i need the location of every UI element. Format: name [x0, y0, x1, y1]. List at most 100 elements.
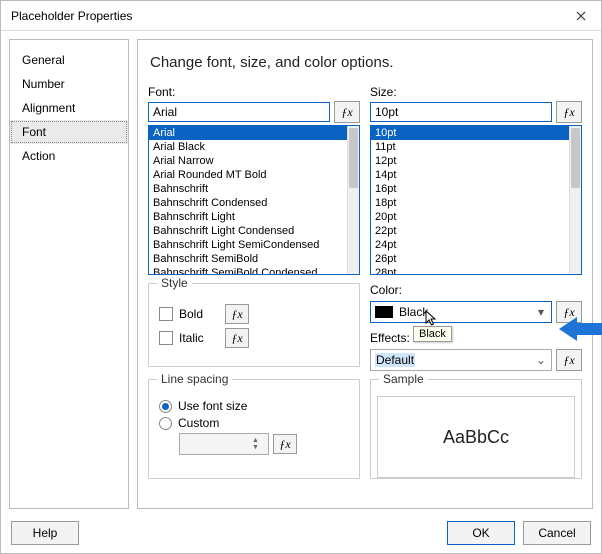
button-label: OK [472, 526, 489, 540]
sidebar: General Number Alignment Font Action [9, 39, 129, 509]
sidebar-item-label: General [22, 53, 65, 67]
font-list-item[interactable]: Bahnschrift Light [149, 210, 347, 224]
italic-label: Italic [179, 331, 219, 345]
chevron-down-icon: ▾ [533, 305, 549, 319]
scrollbar[interactable] [569, 126, 581, 274]
spacing-sample-row: Line spacing Use font size Custom ▲▼ [148, 379, 582, 479]
font-list-item[interactable]: Bahnschrift [149, 182, 347, 196]
color-label: Color: [370, 283, 582, 297]
sample-preview: AaBbCc [377, 396, 575, 478]
sidebar-item-label: Number [22, 77, 65, 91]
size-list-item[interactable]: 14pt [371, 168, 569, 182]
sample-group: Sample AaBbCc [370, 379, 582, 479]
size-list-item[interactable]: 20pt [371, 210, 569, 224]
sidebar-item-action[interactable]: Action [10, 144, 128, 168]
effects-expression-button[interactable]: ƒx [556, 349, 582, 371]
font-list-item[interactable]: Bahnschrift Light SemiCondensed [149, 238, 347, 252]
line-spacing-group: Line spacing Use font size Custom ▲▼ [148, 379, 360, 479]
spacing-expression-button[interactable]: ƒx [273, 434, 297, 454]
fx-icon: ƒx [231, 331, 242, 346]
dialog-body: General Number Alignment Font Action Cha… [1, 31, 601, 513]
use-font-size-label: Use font size [178, 399, 247, 413]
sidebar-item-alignment[interactable]: Alignment [10, 96, 128, 120]
color-expression-button[interactable]: ƒx [556, 301, 582, 323]
page-heading: Change font, size, and color options. [150, 54, 580, 71]
sidebar-item-number[interactable]: Number [10, 72, 128, 96]
font-list-item[interactable]: Bahnschrift Condensed [149, 196, 347, 210]
use-font-size-radio[interactable] [159, 400, 172, 413]
font-input[interactable] [148, 102, 330, 122]
cancel-button[interactable]: Cancel [523, 521, 591, 545]
size-list-item[interactable]: 18pt [371, 196, 569, 210]
close-icon [576, 11, 586, 21]
dialog-title: Placeholder Properties [11, 9, 132, 23]
effects-combobox[interactable]: Default ⌄ [370, 349, 552, 371]
sidebar-item-label: Alignment [22, 101, 75, 115]
font-list-item[interactable]: Arial Narrow [149, 154, 347, 168]
font-size-row: Font: ƒx ArialArial BlackArial NarrowAri… [148, 85, 582, 275]
size-label: Size: [370, 85, 582, 99]
size-list-item[interactable]: 10pt [371, 126, 569, 140]
italic-expression-button[interactable]: ƒx [225, 328, 249, 348]
scroll-thumb[interactable] [571, 128, 580, 188]
effects-value: Default [375, 353, 415, 367]
font-column: Font: ƒx ArialArial BlackArial NarrowAri… [148, 85, 360, 275]
font-listbox[interactable]: ArialArial BlackArial NarrowArial Rounde… [148, 125, 360, 275]
size-list-item[interactable]: 24pt [371, 238, 569, 252]
dialog-footer: Help OK Cancel [1, 513, 601, 553]
color-combobox[interactable]: Black ▾ Black [370, 301, 552, 323]
tooltip-text: Black [419, 328, 446, 340]
line-spacing-group-label: Line spacing [157, 372, 232, 386]
bold-label: Bold [179, 307, 219, 321]
sidebar-item-font[interactable]: Font [10, 120, 128, 144]
font-list-item[interactable]: Bahnschrift Light Condensed [149, 224, 347, 238]
italic-checkbox[interactable] [159, 331, 173, 345]
font-list-item[interactable]: Arial Black [149, 140, 347, 154]
spinner-arrows-icon: ▲▼ [252, 437, 266, 451]
help-button[interactable]: Help [11, 521, 79, 545]
color-tooltip: Black [413, 326, 452, 342]
font-list-item[interactable]: Bahnschrift SemiBold Condensed [149, 266, 347, 275]
style-group: Style Bold ƒx Italic ƒx [148, 283, 360, 367]
ok-button[interactable]: OK [447, 521, 515, 545]
effects-label: Effects: [370, 331, 582, 345]
scroll-thumb[interactable] [349, 128, 358, 188]
bold-expression-button[interactable]: ƒx [225, 304, 249, 324]
size-list-item[interactable]: 16pt [371, 182, 569, 196]
style-color-row: Style Bold ƒx Italic ƒx [148, 283, 582, 371]
scrollbar[interactable] [347, 126, 359, 274]
size-column: Size: ƒx 10pt11pt12pt14pt16pt18pt20pt22p… [370, 85, 582, 275]
font-expression-button[interactable]: ƒx [334, 101, 360, 123]
fx-icon: ƒx [563, 353, 574, 368]
font-list-item[interactable]: Arial [149, 126, 347, 140]
size-list-item[interactable]: 11pt [371, 140, 569, 154]
size-expression-button[interactable]: ƒx [556, 101, 582, 123]
button-label: Help [33, 526, 58, 540]
sample-group-label: Sample [379, 372, 428, 386]
fx-icon: ƒx [279, 437, 290, 452]
fx-icon: ƒx [563, 305, 574, 320]
custom-spacing-spinner[interactable]: ▲▼ [179, 433, 269, 455]
custom-radio[interactable] [159, 417, 172, 430]
titlebar: Placeholder Properties [1, 1, 601, 31]
size-input[interactable] [370, 102, 552, 122]
fx-icon: ƒx [341, 105, 352, 120]
size-list-item[interactable]: 28pt [371, 266, 569, 275]
size-list-item[interactable]: 22pt [371, 224, 569, 238]
sidebar-item-label: Font [22, 125, 46, 139]
color-value: Black [399, 305, 428, 319]
button-label: Cancel [538, 526, 575, 540]
font-list-item[interactable]: Arial Rounded MT Bold [149, 168, 347, 182]
style-group-label: Style [157, 276, 192, 290]
size-listbox[interactable]: 10pt11pt12pt14pt16pt18pt20pt22pt24pt26pt… [370, 125, 582, 275]
size-list-item[interactable]: 12pt [371, 154, 569, 168]
size-list-item[interactable]: 26pt [371, 252, 569, 266]
custom-label: Custom [178, 416, 219, 430]
font-list-item[interactable]: Bahnschrift SemiBold [149, 252, 347, 266]
dialog-window: Placeholder Properties General Number Al… [0, 0, 602, 554]
font-label: Font: [148, 85, 360, 99]
fx-icon: ƒx [231, 307, 242, 322]
close-button[interactable] [561, 1, 601, 31]
sidebar-item-general[interactable]: General [10, 48, 128, 72]
bold-checkbox[interactable] [159, 307, 173, 321]
